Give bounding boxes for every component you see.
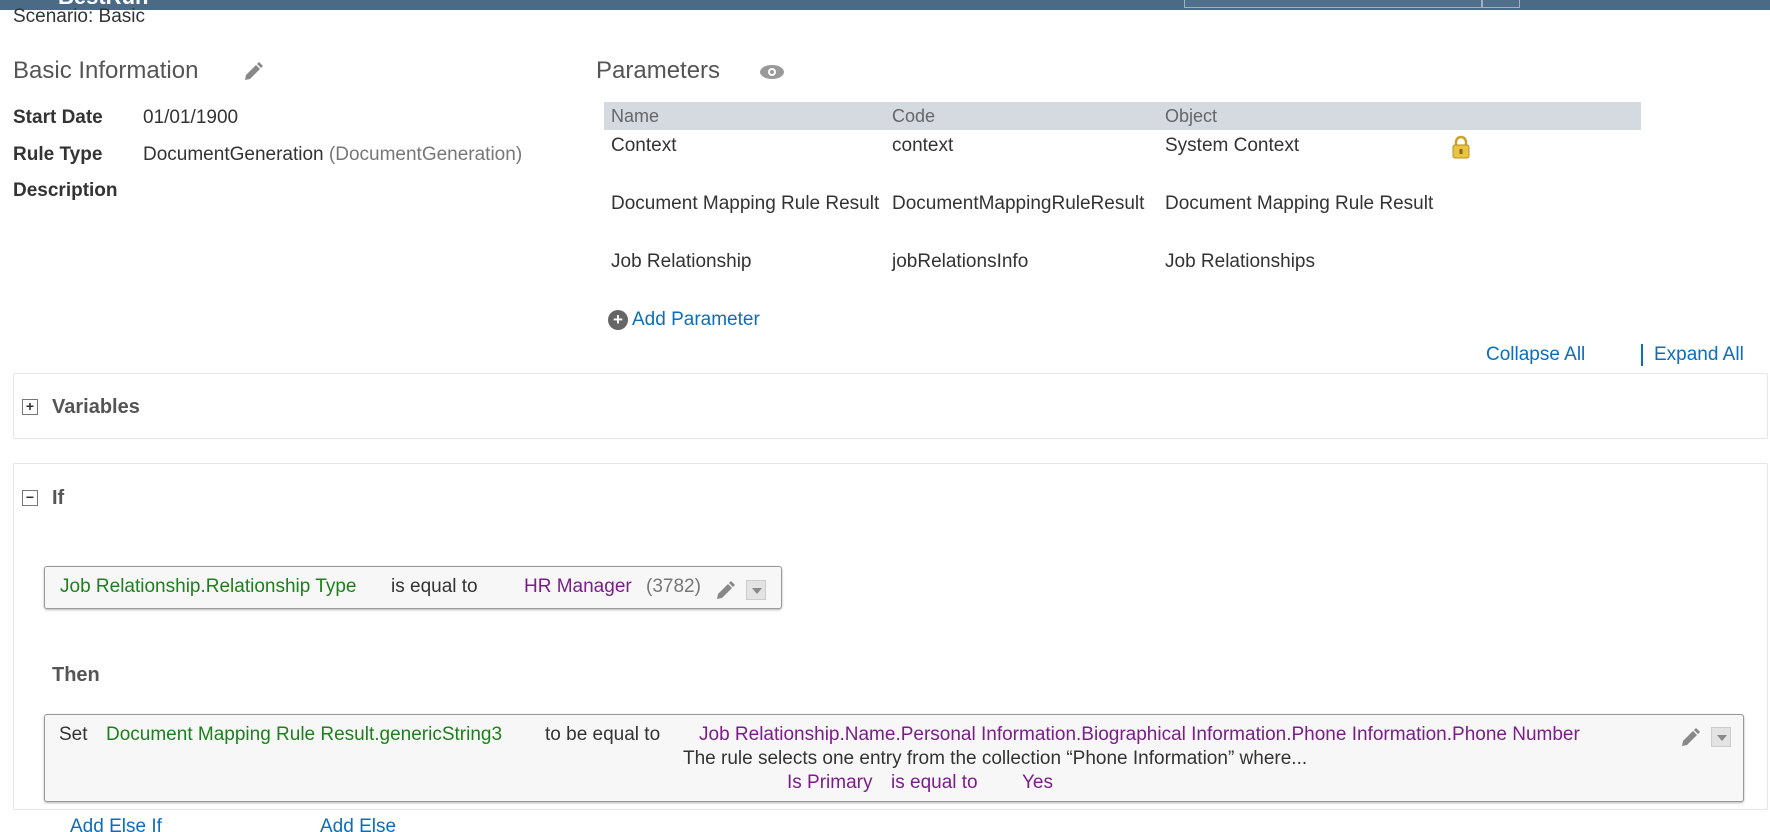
filter-field[interactable]: Is Primary <box>787 772 873 794</box>
condition-value[interactable]: HR Manager <box>524 576 632 598</box>
if-title: If <box>52 487 65 509</box>
add-else-link[interactable]: Add Else <box>320 816 396 832</box>
column-header-code: Code <box>892 105 936 126</box>
search-button[interactable] <box>1482 0 1520 8</box>
edit-basic-info-pencil-icon[interactable] <box>242 58 266 82</box>
scenario-label: Scenario: Basic <box>13 6 146 27</box>
then-label: Then <box>52 664 100 686</box>
table-row: Job Relationship jobRelationsInfo Job Re… <box>604 246 1641 304</box>
collapse-if-toggle[interactable]: − <box>22 490 38 506</box>
column-header-name: Name <box>611 105 660 126</box>
rule-type-value: DocumentGeneration (DocumentGeneration) <box>143 144 522 166</box>
add-parameter-label: Add Parameter <box>632 309 760 330</box>
top-header-bar: BestRun <box>0 0 1770 10</box>
action-operator[interactable]: to be equal to <box>545 724 660 746</box>
collection-filter-note: The rule selects one entry from the coll… <box>683 748 1308 769</box>
param-code: context <box>892 135 954 156</box>
lock-icon <box>1451 135 1471 165</box>
variables-panel: + Variables <box>13 373 1768 439</box>
start-date-value: 01/01/1900 <box>143 107 239 128</box>
param-object: System Context <box>1165 135 1300 156</box>
global-search-input[interactable] <box>1184 0 1482 8</box>
action-menu-dropdown-icon[interactable] <box>1711 727 1731 747</box>
basic-information-title: Basic Information <box>13 57 199 84</box>
param-object: Job Relationships <box>1165 251 1315 272</box>
expand-all-link[interactable]: Expand All <box>1654 344 1744 366</box>
column-header-object: Object <box>1165 105 1218 126</box>
condition-value-code: (3782) <box>646 576 701 597</box>
condition-field[interactable]: Job Relationship.Relationship Type <box>60 576 356 598</box>
table-row: Document Mapping Rule Result DocumentMap… <box>604 188 1641 246</box>
edit-action-pencil-icon[interactable] <box>1679 724 1703 748</box>
param-object: Document Mapping Rule Result <box>1165 193 1434 214</box>
filter-operator[interactable]: is equal to <box>891 772 978 794</box>
action-source-field[interactable]: Job Relationship.Name.Personal Informati… <box>699 724 1580 746</box>
action-verb: Set <box>59 724 88 745</box>
param-name: Document Mapping Rule Result <box>611 193 880 214</box>
then-action-expression[interactable]: Set Document Mapping Rule Result.generic… <box>44 714 1744 802</box>
start-date-label: Start Date <box>13 107 103 128</box>
action-target-field[interactable]: Document Mapping Rule Result.genericStri… <box>106 724 502 746</box>
rule-type-code: (DocumentGeneration) <box>328 144 523 165</box>
if-condition-expression[interactable]: Job Relationship.Relationship Type is eq… <box>44 566 782 609</box>
expand-variables-toggle[interactable]: + <box>22 399 38 415</box>
link-separator <box>1641 344 1643 366</box>
parameters-title: Parameters <box>596 57 721 84</box>
rule-type-name: DocumentGeneration <box>143 144 324 165</box>
param-code: jobRelationsInfo <box>892 251 1029 272</box>
parameters-table: Name Code Object Context context System … <box>604 102 1641 304</box>
plus-circle-icon: + <box>608 310 628 330</box>
add-else-if-link[interactable]: Add Else If <box>70 816 162 832</box>
param-name: Context <box>611 135 677 156</box>
view-eye-icon[interactable] <box>758 63 786 81</box>
variables-title: Variables <box>52 396 140 418</box>
condition-menu-dropdown-icon[interactable] <box>746 580 766 600</box>
parameters-table-header: Name Code Object <box>604 102 1641 130</box>
param-code: DocumentMappingRuleResult <box>892 193 1145 214</box>
description-label: Description <box>13 180 118 201</box>
collapse-all-link[interactable]: Collapse All <box>1486 344 1585 366</box>
filter-value[interactable]: Yes <box>1022 772 1053 794</box>
condition-operator[interactable]: is equal to <box>391 576 478 598</box>
add-parameter-button[interactable]: + Add Parameter <box>608 309 760 331</box>
param-name: Job Relationship <box>611 251 752 272</box>
edit-condition-pencil-icon[interactable] <box>714 577 738 601</box>
table-row: Context context System Context <box>604 130 1641 188</box>
rule-type-label: Rule Type <box>13 144 103 165</box>
